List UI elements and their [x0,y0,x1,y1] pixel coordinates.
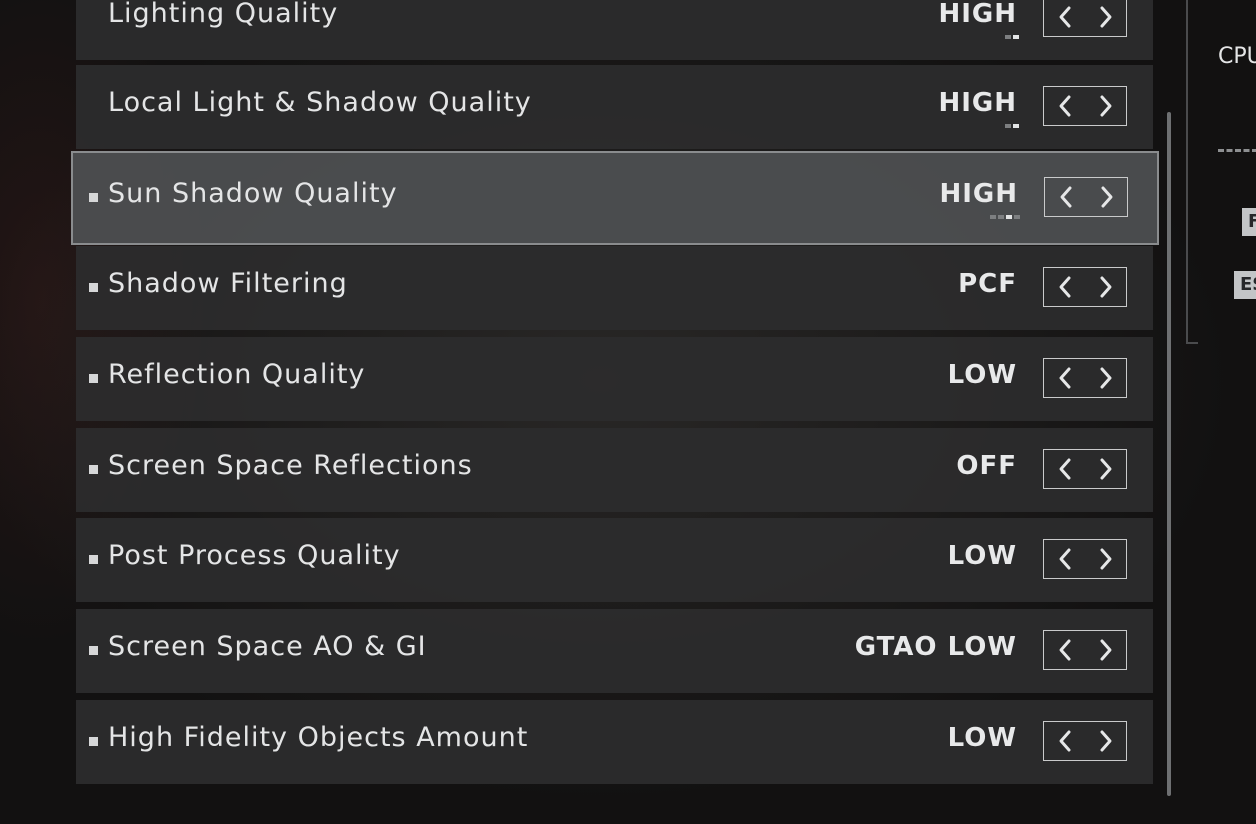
chevron-left-icon[interactable] [1050,2,1080,32]
value-stepper[interactable] [1043,267,1127,307]
chevron-left-icon[interactable] [1050,91,1080,121]
setting-row[interactable]: Lighting Quality HIGH [76,0,1153,60]
side-panel-corner [1186,342,1198,344]
value-stepper[interactable] [1043,539,1127,579]
key-hint-f: F [1242,208,1256,236]
chevron-left-icon[interactable] [1050,272,1080,302]
setting-label: Reflection Quality [108,359,366,390]
value-stepper[interactable] [1043,358,1127,398]
setting-value: PCF [958,269,1017,299]
setting-row[interactable]: Post Process Quality LOW [76,518,1153,602]
setting-value: GTAO LOW [854,632,1017,662]
value-stepper[interactable] [1043,721,1127,761]
setting-label: Screen Space AO & GI [108,631,427,662]
chevron-left-icon[interactable] [1050,544,1080,574]
side-panel: CPU F ES [1186,0,1256,344]
value-stepper[interactable] [1043,0,1127,37]
level-pip [1014,215,1020,219]
level-pip [998,215,1004,219]
level-pip [1013,124,1019,128]
setting-value: HIGH [938,88,1017,118]
setting-row[interactable]: Reflection Quality LOW [76,337,1153,421]
setting-row[interactable]: Shadow Filtering PCF [76,246,1153,330]
chevron-left-icon[interactable] [1050,363,1080,393]
value-level-indicator [1005,124,1019,128]
setting-label: Post Process Quality [108,540,401,571]
chevron-right-icon[interactable] [1091,726,1121,756]
row-bullet [89,555,98,564]
row-bullet [89,465,98,474]
chevron-right-icon[interactable] [1091,272,1121,302]
setting-row[interactable]: Sun Shadow Quality HIGH [71,151,1159,245]
setting-row[interactable]: High Fidelity Objects Amount LOW [76,700,1153,784]
chevron-right-icon[interactable] [1091,91,1121,121]
setting-label: Shadow Filtering [108,268,348,299]
setting-value: LOW [947,360,1017,390]
setting-label: High Fidelity Objects Amount [108,722,529,753]
setting-value: HIGH [938,0,1017,29]
value-stepper[interactable] [1044,177,1128,217]
value-level-indicator [990,215,1020,219]
chevron-left-icon[interactable] [1050,726,1080,756]
chevron-right-icon[interactable] [1091,544,1121,574]
chevron-right-icon[interactable] [1091,363,1121,393]
setting-row[interactable]: Screen Space AO & GI GTAO LOW [76,609,1153,693]
level-pip [1005,35,1011,39]
setting-row[interactable]: Screen Space Reflections OFF [76,428,1153,512]
setting-label: Sun Shadow Quality [108,178,398,209]
setting-value: OFF [956,451,1017,481]
chevron-right-icon[interactable] [1091,454,1121,484]
chevron-left-icon[interactable] [1050,635,1080,665]
side-panel-title: CPU [1218,44,1256,69]
setting-value: LOW [947,541,1017,571]
scrollbar[interactable] [1167,112,1171,796]
chevron-right-icon[interactable] [1091,635,1121,665]
value-stepper[interactable] [1043,630,1127,670]
row-bullet [89,737,98,746]
row-bullet [89,374,98,383]
row-bullet [89,283,98,292]
level-pip [990,215,996,219]
level-pip [1006,215,1012,219]
value-level-indicator [1005,35,1019,39]
setting-label: Lighting Quality [108,0,339,29]
level-pip [1013,35,1019,39]
key-hint-esc: ES [1234,271,1256,299]
chevron-left-icon[interactable] [1051,182,1081,212]
setting-value: HIGH [939,179,1018,209]
setting-row[interactable]: Local Light & Shadow Quality HIGH [76,65,1153,149]
chevron-right-icon[interactable] [1092,182,1122,212]
level-pip [1005,124,1011,128]
value-stepper[interactable] [1043,449,1127,489]
row-bullet [89,646,98,655]
value-stepper[interactable] [1043,86,1127,126]
setting-label: Screen Space Reflections [108,450,473,481]
chevron-right-icon[interactable] [1091,2,1121,32]
divider [1218,149,1256,152]
row-bullet [89,193,98,202]
chevron-left-icon[interactable] [1050,454,1080,484]
setting-value: LOW [947,723,1017,753]
setting-label: Local Light & Shadow Quality [108,87,532,118]
